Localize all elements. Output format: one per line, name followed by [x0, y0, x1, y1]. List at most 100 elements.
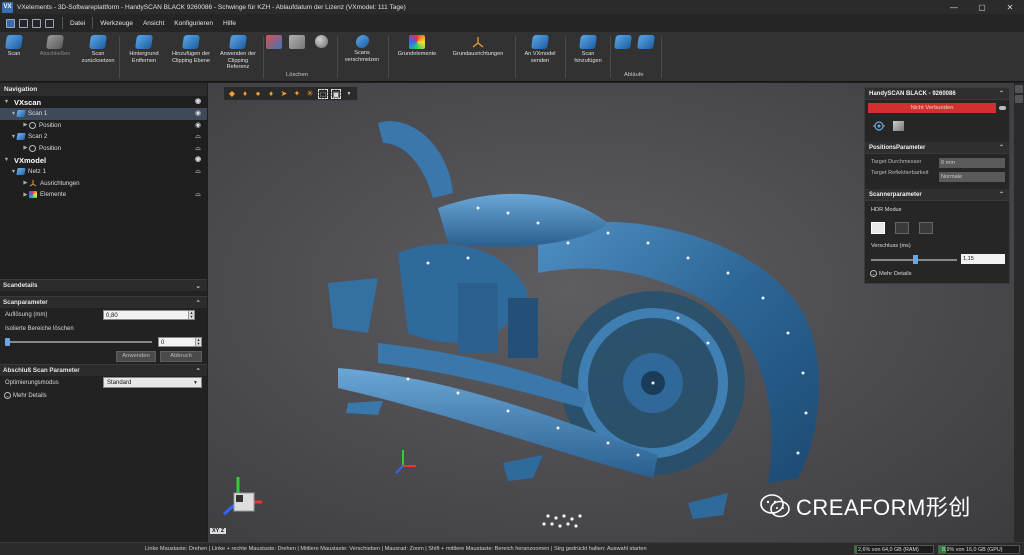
hidden-eye-icon[interactable]: ⌓: [193, 168, 203, 175]
tree-item-alignments[interactable]: ▶ Ausrichtungen: [0, 178, 207, 190]
isolated-slider[interactable]: [6, 341, 152, 343]
move-icon[interactable]: ✦: [292, 89, 302, 99]
scanner-more-details-link[interactable]: ⌄ Mehr Details: [870, 270, 912, 277]
isolated-stepper[interactable]: ▲ ▼: [195, 338, 201, 346]
target-icon[interactable]: [873, 120, 885, 132]
tree-item-mesh-1[interactable]: ▼ Netz 1 ⌓: [0, 166, 207, 178]
entities-button[interactable]: Grundelemente: [393, 35, 441, 58]
resolution-stepper[interactable]: ▲ ▼: [188, 311, 194, 319]
hidden-eye-icon[interactable]: ⌓: [193, 145, 203, 152]
scan-details-header[interactable]: Scandetails ⌄: [0, 279, 207, 291]
fit-view-icon[interactable]: ▣: [331, 88, 341, 99]
apply-button[interactable]: Anwenden: [116, 351, 156, 362]
view-cube-icon[interactable]: ◆: [227, 89, 237, 99]
tree-item-scan-1[interactable]: ▼ Scan 1 ◉: [0, 108, 207, 120]
maximize-button[interactable]: ▢: [968, 0, 996, 14]
scanner-params-header[interactable]: Scannerparameter ⌃: [865, 189, 1009, 201]
collapse-arrow-icon[interactable]: ▼: [3, 99, 10, 105]
expand-arrow-icon[interactable]: ▶: [22, 180, 29, 186]
shutter-input[interactable]: 1,15: [961, 254, 1005, 264]
select-arrow-icon[interactable]: ➤: [279, 89, 289, 99]
chevron-up-icon[interactable]: ⌃: [999, 90, 1004, 97]
clipping-reference-button[interactable]: Anwenden der Clipping Referenz: [216, 35, 260, 71]
hdr-mode-3-button[interactable]: [919, 222, 933, 234]
expand-arrow-icon[interactable]: ▶: [22, 192, 29, 198]
scan-button[interactable]: Scan: [4, 35, 24, 58]
panel-toggle-icon[interactable]: [1015, 95, 1023, 103]
chevron-up-icon[interactable]: ⌃: [196, 299, 201, 307]
collapse-arrow-icon[interactable]: ▼: [3, 157, 10, 163]
delete-targets-button[interactable]: [313, 35, 329, 50]
tree-item-position-2[interactable]: ▶ Position ⌓: [0, 143, 207, 155]
resolution-input[interactable]: 0,80 ▲ ▼: [103, 310, 195, 320]
send-to-vxmodel-button[interactable]: An VXmodel senden: [519, 35, 561, 64]
reset-scan-button[interactable]: Scan zurücksetzen: [82, 35, 115, 64]
chevron-up-icon[interactable]: ⌃: [196, 367, 201, 375]
tree-item-vxmodel[interactable]: ▼ VXmodel ◉: [0, 154, 207, 166]
rectangle-select-icon[interactable]: □: [318, 88, 328, 99]
workflow-2-button[interactable]: [637, 35, 655, 51]
tree-item-position-1[interactable]: ▶ Position ◉: [0, 120, 207, 132]
tree-item-vxscan[interactable]: ▼ VXscan ◉: [0, 96, 207, 108]
scanner-device-icon[interactable]: [893, 121, 904, 131]
visibility-eye-icon[interactable]: ◉: [193, 122, 203, 129]
chevron-up-icon[interactable]: ⌃: [999, 191, 1004, 198]
hdr-mode-2-button[interactable]: [895, 222, 909, 234]
menu-hilfe[interactable]: Hilfe: [218, 20, 241, 27]
target-diameter-field[interactable]: 6 mm: [939, 158, 1005, 168]
more-details-link[interactable]: ⌄ Mehr Details: [0, 390, 207, 401]
slider-handle[interactable]: [5, 338, 10, 346]
shutter-slider-handle[interactable]: [913, 255, 918, 264]
lasso-icon[interactable]: ✳: [305, 89, 315, 99]
tree-item-entities[interactable]: ▶ Elemente ⌓: [0, 189, 207, 201]
connect-button[interactable]: Nicht Verbunden: [868, 103, 996, 113]
chevron-down-icon[interactable]: ⌄: [196, 282, 201, 290]
panel-toggle-icon[interactable]: [1015, 85, 1023, 93]
optimization-select[interactable]: Standard ▼: [103, 377, 202, 388]
new-file-icon[interactable]: [32, 18, 41, 28]
expand-arrow-icon[interactable]: ▶: [22, 122, 29, 128]
visibility-eye-icon[interactable]: ◉: [193, 98, 203, 105]
finish-button[interactable]: Abschließen: [36, 35, 74, 58]
isolated-input[interactable]: 0 ▲ ▼: [158, 337, 202, 347]
connection-toggle[interactable]: [999, 106, 1006, 110]
menu-konfigurieren[interactable]: Konfigurieren: [169, 20, 218, 27]
target-reflect-field[interactable]: Normale: [939, 172, 1005, 182]
view-side-icon[interactable]: ♦: [266, 89, 276, 99]
save-icon[interactable]: [6, 18, 15, 28]
workflow-1-button[interactable]: [614, 35, 632, 51]
menu-ansicht[interactable]: Ansicht: [138, 20, 169, 27]
chevron-up-icon[interactable]: ⌃: [999, 144, 1004, 151]
hdr-mode-1-button[interactable]: [871, 222, 885, 234]
export-icon[interactable]: [45, 18, 54, 28]
add-scan-button[interactable]: Scan hinzufügen: [570, 35, 606, 64]
merge-scans-button[interactable]: Scans verschmelzen: [342, 35, 382, 63]
final-scan-params-header[interactable]: Abschluß Scan Parameter ⌃: [0, 364, 207, 376]
expand-arrow-icon[interactable]: ▶: [22, 145, 29, 151]
cancel-button[interactable]: Abbruch: [160, 351, 202, 362]
visibility-eye-icon[interactable]: ◉: [193, 110, 203, 117]
delete-isolated-button[interactable]: [289, 35, 305, 51]
view-top-icon[interactable]: ●: [253, 89, 263, 99]
scan-params-header[interactable]: Scanparameter ⌃: [0, 296, 207, 308]
menu-datei[interactable]: Datei: [65, 20, 90, 27]
orientation-cube[interactable]: [212, 467, 272, 529]
chevron-down-icon[interactable]: ▼: [344, 89, 354, 99]
resolution-row: Auflösung (mm) 0,80 ▲ ▼: [0, 308, 207, 322]
position-params-header[interactable]: PositionsParameter ⌃: [865, 142, 1009, 154]
remove-background-button[interactable]: Hintergrund Entfernen: [124, 35, 164, 64]
add-scan-label: Scan hinzufügen: [574, 51, 602, 64]
view-front-icon[interactable]: ♦: [240, 89, 250, 99]
visibility-eye-icon[interactable]: ◉: [193, 156, 203, 163]
clipping-plane-button[interactable]: Hinzufügen der Clipping Ebene: [170, 35, 212, 64]
alignment-button[interactable]: Grundausrichtungen: [446, 35, 510, 58]
open-folder-icon[interactable]: [19, 18, 28, 28]
hidden-eye-icon[interactable]: ⌓: [193, 191, 203, 198]
minimize-button[interactable]: —: [940, 0, 968, 14]
scanner-header[interactable]: HandySCAN BLACK - 9260086 ⌃: [865, 88, 1009, 100]
close-button[interactable]: ✕: [996, 0, 1024, 14]
tree-item-scan-2[interactable]: ▼ Scan 2 ⌓: [0, 131, 207, 143]
hidden-eye-icon[interactable]: ⌓: [193, 133, 203, 140]
menu-werkzeuge[interactable]: Werkzeuge: [95, 20, 138, 27]
delete-selection-button[interactable]: [266, 35, 282, 51]
